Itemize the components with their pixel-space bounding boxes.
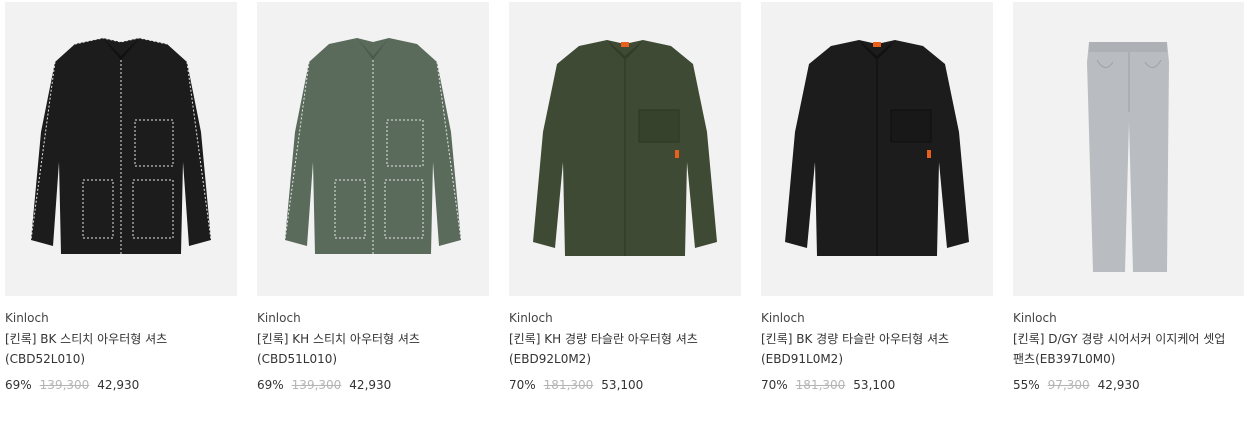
price-row: 55% 97,300 42,930 <box>1013 377 1244 393</box>
sale-price: 53,100 <box>601 378 644 392</box>
original-price: 139,300 <box>39 378 90 392</box>
product-name[interactable]: [킨록] BK 경량 타슬란 아우터형 셔츠(EBD91L0M2) <box>761 329 993 369</box>
price-row: 69% 139,300 42,930 <box>5 377 237 393</box>
product-image[interactable] <box>5 2 237 296</box>
discount-rate: 55% <box>1013 378 1040 392</box>
sale-price: 42,930 <box>97 378 140 392</box>
product-brand: Kinloch <box>257 311 301 325</box>
product-card[interactable]: Kinloch [킨록] KH 스티치 아우터형 셔츠 (CBD51L010) … <box>257 2 489 393</box>
product-image[interactable] <box>509 2 741 296</box>
product-brand: Kinloch <box>1013 311 1057 325</box>
product-card[interactable]: Kinloch [킨록] BK 경량 타슬란 아우터형 셔츠(EBD91L0M2… <box>761 2 993 393</box>
product-card[interactable]: Kinloch [킨록] D/GY 경량 시어서커 이지케어 셋업 팬츠(EB3… <box>1013 2 1244 393</box>
price-row: 69% 139,300 42,930 <box>257 377 489 393</box>
product-brand: Kinloch <box>509 311 553 325</box>
product-image[interactable] <box>761 2 993 296</box>
original-price: 97,300 <box>1047 378 1090 392</box>
discount-rate: 70% <box>509 378 536 392</box>
product-image[interactable] <box>257 2 489 296</box>
product-name[interactable]: [킨록] KH 경량 타슬란 아우터형 셔츠(EBD92L0M2) <box>509 329 741 369</box>
price-row: 70% 181,300 53,100 <box>509 377 741 393</box>
product-name[interactable]: [킨록] KH 스티치 아우터형 셔츠 (CBD51L010) <box>257 329 489 369</box>
sale-price: 42,930 <box>1097 378 1140 392</box>
product-card[interactable]: Kinloch [킨록] BK 스티치 아우터형 셔츠 (CBD52L010) … <box>5 2 237 393</box>
sale-price: 42,930 <box>349 378 392 392</box>
discount-rate: 69% <box>5 378 32 392</box>
product-name[interactable]: [킨록] D/GY 경량 시어서커 이지케어 셋업 팬츠(EB397L0M0) <box>1013 329 1244 369</box>
product-image[interactable] <box>1013 2 1244 296</box>
sale-price: 53,100 <box>853 378 896 392</box>
price-row: 70% 181,300 53,100 <box>761 377 993 393</box>
product-grid: Kinloch [킨록] BK 스티치 아우터형 셔츠 (CBD52L010) … <box>0 0 1244 425</box>
original-price: 139,300 <box>291 378 342 392</box>
product-brand: Kinloch <box>761 311 805 325</box>
discount-rate: 69% <box>257 378 284 392</box>
product-card[interactable]: Kinloch [킨록] KH 경량 타슬란 아우터형 셔츠(EBD92L0M2… <box>509 2 741 393</box>
original-price: 181,300 <box>795 378 846 392</box>
product-name[interactable]: [킨록] BK 스티치 아우터형 셔츠 (CBD52L010) <box>5 329 237 369</box>
product-brand: Kinloch <box>5 311 49 325</box>
discount-rate: 70% <box>761 378 788 392</box>
original-price: 181,300 <box>543 378 594 392</box>
